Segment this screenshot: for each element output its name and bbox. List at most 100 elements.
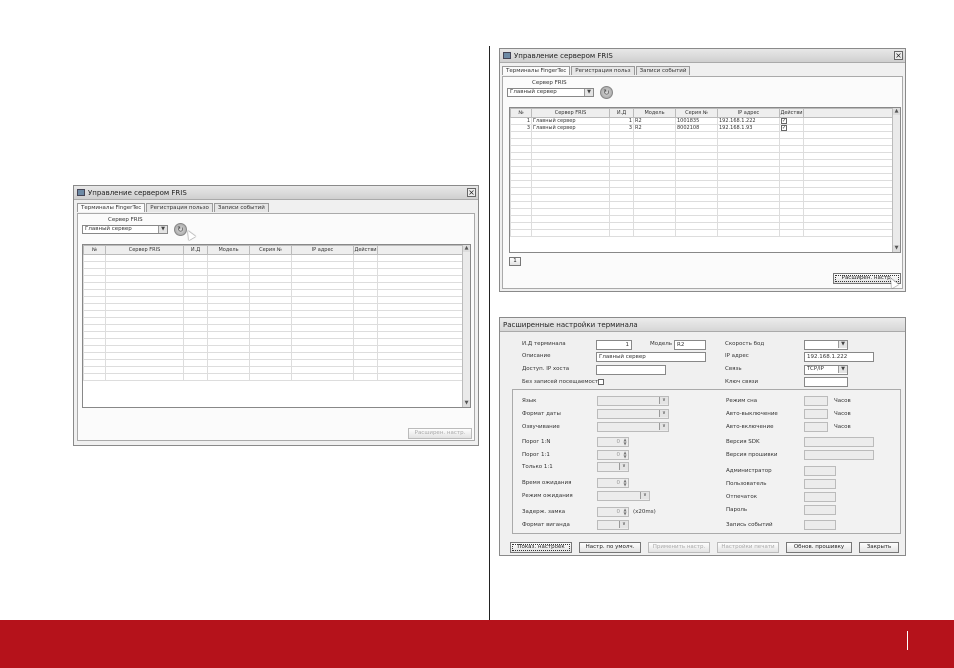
column-header-model[interactable]: Модель	[633, 108, 676, 118]
terminals-table[interactable]: № Сервер FRIS И.Д Модель Серия № IP адре…	[82, 244, 471, 408]
table-row-empty[interactable]	[510, 159, 893, 167]
threshold-11-stepper[interactable]: 0 ▲ ▼	[597, 450, 629, 460]
chevron-down-icon[interactable]: ▼	[838, 366, 847, 373]
column-header-model[interactable]: Модель	[207, 245, 250, 255]
table-row-empty[interactable]	[83, 324, 463, 332]
row-checkbox[interactable]: ✓	[781, 125, 787, 131]
table-row-empty[interactable]	[510, 222, 893, 230]
table-row-empty[interactable]	[83, 359, 463, 367]
wait-mode-select[interactable]: ∨	[597, 491, 650, 501]
server-select[interactable]: Главный сервер ▼	[82, 225, 168, 234]
table-row-empty[interactable]	[510, 208, 893, 216]
table-row-empty[interactable]	[83, 282, 463, 290]
chevron-down-icon[interactable]: ∨	[619, 463, 628, 470]
table-row-empty[interactable]	[510, 187, 893, 195]
table-row-empty[interactable]	[510, 166, 893, 174]
stepper-arrows-icon[interactable]: ▲ ▼	[622, 479, 628, 487]
print-settings-button[interactable]: Настройки печати	[717, 542, 779, 553]
chevron-down-icon[interactable]: ∨	[659, 423, 668, 430]
chevron-down-icon[interactable]: ∨	[619, 521, 628, 528]
server-select[interactable]: Главный сервер ▼	[507, 88, 594, 97]
table-row-empty[interactable]	[510, 180, 893, 188]
cell-action[interactable]: ✓	[779, 124, 804, 132]
table-row-empty[interactable]	[83, 275, 463, 283]
page-1-button[interactable]: 1	[509, 257, 521, 266]
table-row-empty[interactable]	[83, 317, 463, 325]
host-ip-field[interactable]	[596, 365, 666, 375]
apply-settings-button[interactable]: Применить настр.	[648, 542, 710, 553]
scroll-up-icon[interactable]: ▲	[463, 245, 470, 252]
ip-address-field[interactable]: 192.168.1.222	[804, 352, 874, 362]
no-attendance-log-checkbox[interactable]	[598, 379, 604, 385]
table-row-empty[interactable]	[83, 261, 463, 269]
default-settings-button[interactable]: Настр. по умолч.	[579, 542, 641, 553]
scroll-up-icon[interactable]: ▲	[893, 108, 900, 115]
column-header-no[interactable]: №	[83, 245, 106, 255]
column-header-serial[interactable]: Серия №	[675, 108, 718, 118]
column-header-no[interactable]: №	[510, 108, 532, 118]
lock-delay-stepper[interactable]: 0 ▲ ▼	[597, 507, 629, 517]
tab-event-log[interactable]: Записи событий	[213, 203, 269, 212]
table-row-empty[interactable]	[83, 338, 463, 346]
table-row-empty[interactable]	[510, 229, 893, 237]
column-header-id[interactable]: И.Д	[609, 108, 634, 118]
wiegand-format-select[interactable]: ∨	[597, 520, 629, 530]
terminals-table[interactable]: № Сервер FRIS И.Д Модель Серия № IP адре…	[509, 107, 901, 253]
table-row-empty[interactable]	[83, 268, 463, 276]
comm-key-field[interactable]	[804, 377, 848, 387]
tab-user-registration[interactable]: Регистрация пользо	[146, 203, 213, 212]
table-row-empty[interactable]	[510, 131, 893, 139]
description-field[interactable]: Главный сервер	[596, 352, 706, 362]
close-icon[interactable]: ×	[894, 51, 903, 60]
table-row-empty[interactable]	[83, 331, 463, 339]
column-header-action[interactable]: Действи	[353, 245, 378, 255]
table-row-empty[interactable]	[83, 296, 463, 304]
threshold-1n-stepper[interactable]: 0 ▲ ▼	[597, 437, 629, 447]
column-header-id[interactable]: И.Д	[183, 245, 208, 255]
row-checkbox[interactable]: ✓	[781, 118, 787, 124]
stepper-arrows-icon[interactable]: ▲ ▼	[622, 451, 628, 459]
tab-fingertec-terminals[interactable]: Терминалы FingerTec	[77, 203, 146, 212]
chevron-down-icon[interactable]: ∨	[640, 492, 649, 499]
tab-event-log[interactable]: Записи событий	[635, 66, 691, 75]
table-row-empty[interactable]	[83, 310, 463, 318]
table-row[interactable]: 3 Главный сервер 3 R2 8002108 192.168.1.…	[510, 124, 893, 132]
model-field[interactable]: R2	[674, 340, 706, 350]
table-row-empty[interactable]	[83, 254, 463, 262]
wait-time-stepper[interactable]: 0 ▲ ▼	[597, 478, 629, 488]
table-row-empty[interactable]	[83, 303, 463, 311]
table-row-empty[interactable]	[83, 373, 463, 381]
sound-select[interactable]: ∨	[597, 422, 669, 432]
close-button[interactable]: Закрыть	[859, 542, 899, 553]
table-row[interactable]: 1 Главный сервер 1 R2 1001835 192.168.1.…	[510, 117, 893, 125]
advanced-settings-button[interactable]: Расширен. настр.	[408, 428, 472, 439]
link-select[interactable]: TCP/IP ▼	[804, 365, 848, 375]
chevron-down-icon[interactable]: ▼	[838, 341, 847, 348]
stepper-arrows-icon[interactable]: ▲ ▼	[622, 508, 628, 516]
baud-rate-select[interactable]: ▼	[804, 340, 848, 350]
column-header-serial[interactable]: Серия №	[249, 245, 292, 255]
table-row-empty[interactable]	[510, 138, 893, 146]
table-row-empty[interactable]	[510, 201, 893, 209]
tab-fingertec-terminals[interactable]: Терминалы FingerTec	[502, 66, 571, 75]
column-header-action[interactable]: Действи	[779, 108, 804, 118]
title-bar[interactable]: Управление сервером FRIS ×	[500, 49, 905, 63]
table-row-empty[interactable]	[83, 352, 463, 360]
vertical-scrollbar[interactable]: ▲ ▼	[462, 245, 470, 407]
update-firmware-button[interactable]: Обнов. прошивку	[786, 542, 852, 553]
column-header-ip[interactable]: IP адрес	[717, 108, 780, 118]
title-bar[interactable]: Управление сервером FRIS ×	[74, 186, 478, 200]
close-icon[interactable]: ×	[467, 188, 476, 197]
chevron-down-icon[interactable]: ▼	[584, 89, 593, 96]
language-select[interactable]: ∨	[597, 396, 669, 406]
only-11-select[interactable]: ∨	[597, 462, 629, 472]
column-header-ip[interactable]: IP адрес	[291, 245, 354, 255]
stepper-arrows-icon[interactable]: ▲ ▼	[622, 438, 628, 446]
table-row-empty[interactable]	[83, 366, 463, 374]
chevron-down-icon[interactable]: ▼	[158, 226, 167, 233]
sleep-mode-field[interactable]	[804, 396, 828, 406]
auto-off-field[interactable]	[804, 409, 828, 419]
chevron-down-icon[interactable]: ∨	[659, 397, 668, 404]
auto-on-field[interactable]	[804, 422, 828, 432]
tab-user-registration[interactable]: Регистрация польз	[571, 66, 635, 75]
